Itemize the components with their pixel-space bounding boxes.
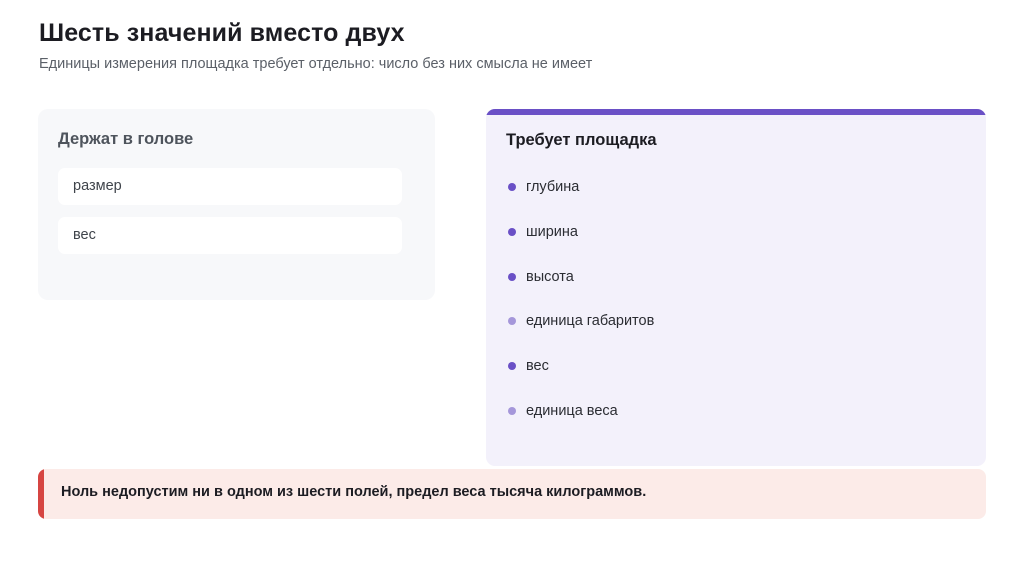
- page-title: Шесть значений вместо двух: [39, 19, 405, 47]
- bullet-dot-icon: [508, 317, 516, 326]
- bullet-dot-icon: [508, 272, 516, 281]
- callout-accent-bar: [38, 469, 44, 519]
- bullet-dot-icon: [508, 183, 516, 191]
- requirement-item-width: ширина: [506, 220, 654, 265]
- page-subtitle: Единицы измерения площадка требует отдел…: [39, 56, 593, 72]
- platform-requirements-title: Требует площадка: [506, 131, 657, 149]
- requirement-label: глубина: [526, 179, 580, 195]
- platform-requirements-card: Требует площадка глубина ширина высота е…: [486, 109, 986, 466]
- requirement-label: высота: [526, 268, 574, 285]
- requirement-item-height: высота: [506, 265, 654, 310]
- bullet-dot-icon: [508, 406, 516, 415]
- requirement-item-weight-unit: единица веса: [506, 399, 654, 444]
- requirement-item-depth: глубина: [506, 175, 654, 220]
- mental-model-title: Держат в голове: [58, 130, 194, 148]
- requirement-label: единица веса: [526, 402, 618, 419]
- callout-text: Ноль недопустим ни в одном из шести поле…: [61, 484, 647, 500]
- bullet-dot-icon: [508, 362, 516, 371]
- mental-model-card: Держат в голове размер вес: [38, 109, 435, 300]
- requirement-label: ширина: [526, 223, 578, 240]
- requirement-label: единица габаритов: [526, 313, 655, 330]
- mental-model-item-size: размер: [58, 168, 402, 205]
- requirement-item-dimension-unit: единица габаритов: [506, 309, 654, 354]
- requirement-label: вес: [526, 358, 549, 375]
- bullet-dot-icon: [508, 227, 516, 236]
- requirement-item-weight: вес: [506, 354, 654, 399]
- requirements-list: глубина ширина высота единица габаритов …: [506, 175, 654, 444]
- warning-callout: Ноль недопустим ни в одном из шести поле…: [38, 469, 986, 519]
- card-accent-bar: [486, 109, 986, 115]
- slide: Шесть значений вместо двух Единицы измер…: [0, 0, 1024, 576]
- mental-model-item-weight: вес: [58, 217, 402, 254]
